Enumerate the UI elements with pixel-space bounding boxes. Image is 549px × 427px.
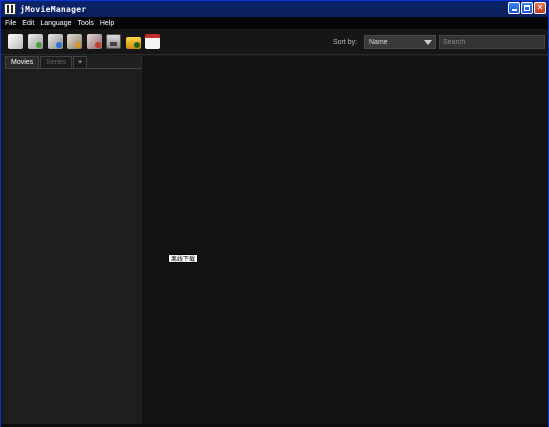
tab-movies[interactable]: Movies — [5, 56, 40, 68]
menu-edit[interactable]: Edit — [22, 20, 34, 27]
calendar-icon[interactable] — [145, 34, 160, 49]
menu-file[interactable]: File — [5, 20, 16, 27]
maximize-button[interactable] — [521, 2, 533, 14]
menu-bar: File Edit Language Tools Help — [1, 17, 548, 29]
movie-list[interactable] — [5, 68, 142, 424]
sort-select[interactable]: Name — [364, 35, 436, 49]
app-window: jMovieManager ✕ File Edit Language Tools… — [0, 0, 549, 427]
open-folder-icon[interactable] — [126, 37, 141, 49]
search-input[interactable] — [439, 35, 545, 49]
sort-select-value: Name — [369, 38, 388, 46]
title-bar[interactable]: jMovieManager ✕ — [1, 1, 548, 17]
close-button[interactable]: ✕ — [534, 2, 546, 14]
menu-language[interactable]: Language — [40, 20, 71, 27]
window-controls: ✕ — [508, 2, 546, 14]
new-icon[interactable] — [8, 34, 23, 49]
add-series-icon[interactable] — [28, 34, 43, 49]
tooltip: 离线下载 — [168, 254, 199, 263]
minimize-button[interactable] — [508, 2, 520, 14]
detail-panel — [142, 56, 548, 424]
add-episode-icon[interactable] — [48, 34, 63, 49]
menu-help[interactable]: Help — [100, 20, 114, 27]
save-icon[interactable] — [106, 34, 121, 49]
tab-add-button[interactable]: + — [73, 56, 88, 68]
chevron-down-icon[interactable] — [424, 40, 432, 45]
remove-icon[interactable] — [87, 34, 102, 49]
close-icon: ✕ — [536, 3, 544, 12]
minimize-icon — [511, 9, 517, 11]
window-title: jMovieManager — [20, 4, 87, 14]
maximize-icon — [524, 5, 530, 11]
sort-label: Sort by: — [333, 39, 358, 46]
tab-series[interactable]: Series — [40, 56, 73, 68]
sidebar-tabs: Movies Series + — [5, 56, 88, 68]
app-logo-icon — [4, 3, 16, 15]
menu-tools[interactable]: Tools — [78, 20, 94, 27]
sidebar: Movies Series + — [5, 56, 142, 424]
edit-icon[interactable] — [67, 34, 82, 49]
